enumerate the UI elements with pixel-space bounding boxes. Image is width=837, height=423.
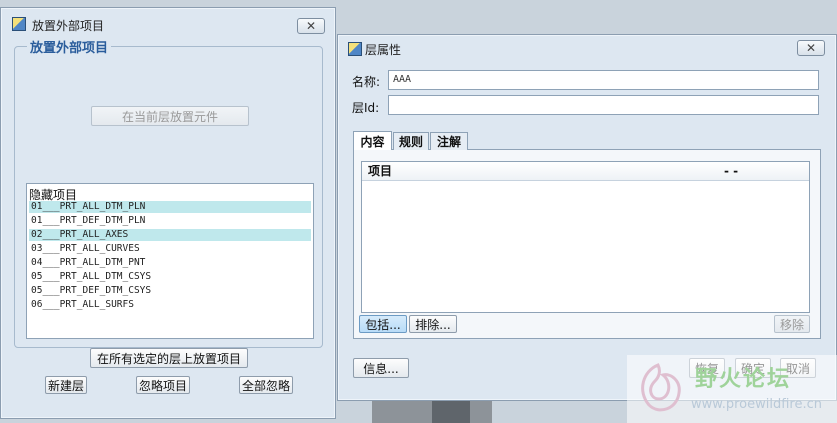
- name-label: 名称:: [352, 75, 381, 89]
- list-item[interactable]: 05___PRT_DEF_DTM_CSYS: [29, 285, 311, 297]
- watermark-flame-icon: [641, 363, 681, 412]
- hidden-items-list[interactable]: 隐藏项目 01___PRT_ALL_DTM_PLN 01___PRT_DEF_DT…: [26, 183, 314, 339]
- tab-content[interactable]: 内容: [353, 131, 392, 150]
- tab-rules[interactable]: 规则: [393, 132, 429, 150]
- list-item[interactable]: 03___PRT_ALL_CURVES: [29, 243, 311, 255]
- list-item[interactable]: 04___PRT_ALL_DTM_PNT: [29, 257, 311, 269]
- ignore-all-button[interactable]: 全部忽略: [239, 376, 293, 394]
- list-item[interactable]: 01___PRT_DEF_DTM_PLN: [29, 215, 311, 227]
- tab-notes[interactable]: 注解: [430, 132, 468, 150]
- place-external-items-dialog: 放置外部项目 ✕ 放置外部项目 在当前层放置元件 隐藏项目 01___PRT_A…: [0, 7, 336, 419]
- app-icon: [348, 42, 362, 56]
- titlebar: 放置外部项目 ✕: [1, 8, 335, 36]
- watermark: 野火论坛 www.proewildfire.cn: [627, 355, 837, 423]
- remove-button[interactable]: 移除: [774, 315, 810, 333]
- list-item[interactable]: 01___PRT_ALL_DTM_PLN: [29, 201, 311, 213]
- new-layer-button[interactable]: 新建层: [45, 376, 87, 394]
- titlebar: 层属性 ✕: [338, 35, 836, 63]
- exclude-button[interactable]: 排除...: [409, 315, 457, 333]
- list-item[interactable]: 05___PRT_ALL_DTM_CSYS: [29, 271, 311, 283]
- place-on-selected-layers-button[interactable]: 在所有选定的层上放置项目: [90, 348, 248, 368]
- group-title: 放置外部项目: [27, 37, 112, 56]
- watermark-url: www.proewildfire.cn: [691, 397, 822, 412]
- layer-id-field[interactable]: [388, 95, 819, 115]
- include-button[interactable]: 包括...: [359, 315, 407, 333]
- layer-properties-dialog: 层属性 ✕ 名称: AAA 层Id: 内容 规则 注解 项目 - - 包括...…: [337, 34, 837, 401]
- dialog-title: 放置外部项目: [32, 19, 105, 33]
- name-field[interactable]: AAA: [388, 70, 819, 90]
- column-header-item[interactable]: 项目: [362, 162, 724, 181]
- items-table[interactable]: 项目 - -: [361, 161, 810, 313]
- dialog-title: 层属性: [365, 43, 402, 57]
- info-button[interactable]: 信息...: [353, 358, 409, 378]
- list-item[interactable]: 06___PRT_ALL_SURFS: [29, 299, 311, 311]
- ignore-item-button[interactable]: 忽略项目: [136, 376, 190, 394]
- watermark-text: 野火论坛: [695, 367, 792, 392]
- close-icon[interactable]: ✕: [297, 18, 325, 34]
- close-icon[interactable]: ✕: [797, 40, 825, 56]
- layer-id-label: 层Id:: [352, 101, 380, 115]
- list-item[interactable]: 02___PRT_ALL_AXES: [29, 229, 311, 241]
- place-in-current-layer-button[interactable]: 在当前层放置元件: [91, 106, 249, 126]
- column-header-blank[interactable]: [745, 162, 809, 181]
- app-icon: [12, 17, 26, 31]
